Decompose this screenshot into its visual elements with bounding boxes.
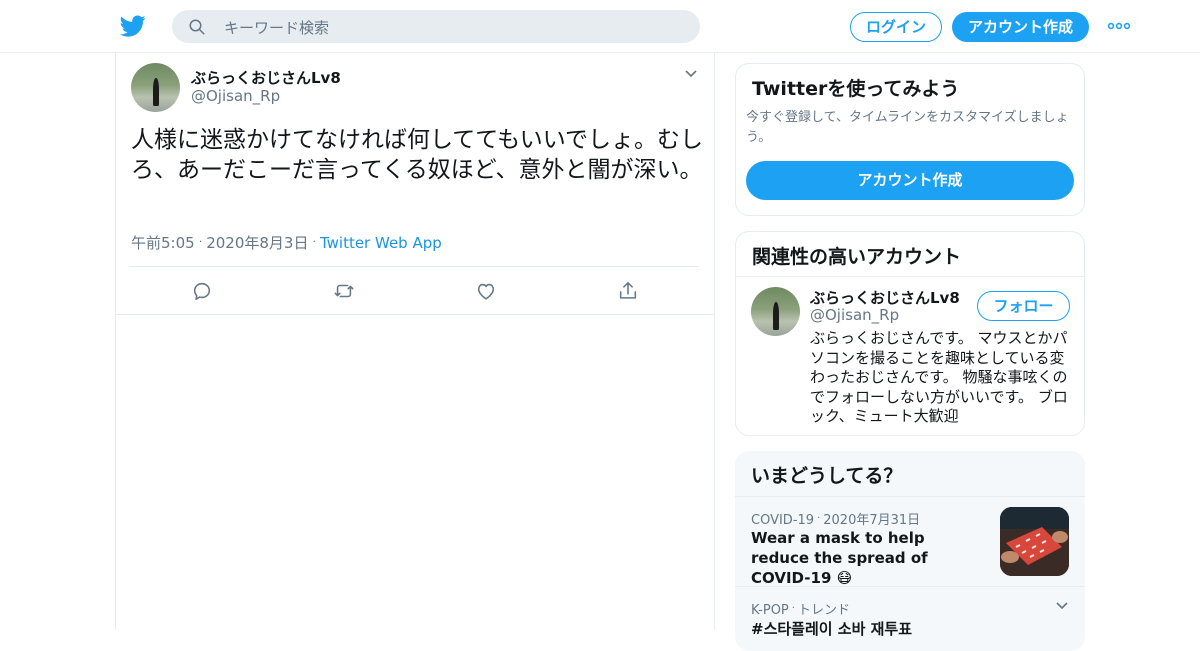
trend-tag[interactable]: #스타플레이 소바 재투표 bbox=[751, 618, 912, 639]
tweet-column: ぶらっくおじさんLv8 @Ojisan_Rp 人様に迷惑かけてなければ何してても… bbox=[115, 53, 715, 630]
create-account-button[interactable]: アカウント作成 bbox=[746, 161, 1074, 200]
trend-headline[interactable]: Wear a mask to help reduce the spread of… bbox=[751, 528, 976, 588]
trend-kind: トレンド bbox=[797, 603, 850, 618]
search-input[interactable] bbox=[222, 10, 686, 45]
signup-card: Twitterを使ってみよう 今すぐ登録して、タイムラインをカスタマイズしましょ… bbox=[735, 63, 1085, 216]
chevron-down-icon[interactable] bbox=[1055, 601, 1069, 611]
like-icon[interactable] bbox=[475, 280, 497, 302]
signup-card-title: Twitterを使ってみよう bbox=[752, 78, 960, 100]
meta-separator: · bbox=[791, 603, 795, 614]
login-button[interactable]: ログイン bbox=[850, 12, 942, 42]
tweet-actions bbox=[116, 267, 714, 315]
related-card-title: 関連性の高いアカウント bbox=[752, 246, 962, 268]
tweet-text: 人様に迷惑かけてなければ何しててもいいでしょ。むしろ、あーだこーだ言ってくる奴ほ… bbox=[131, 127, 704, 183]
tweet-date[interactable]: 2020年8月3日 bbox=[206, 234, 308, 252]
top-bar: ログイン アカウント作成 bbox=[0, 0, 1200, 53]
tweet-display-name[interactable]: ぶらっくおじさんLv8 bbox=[191, 67, 341, 88]
trend-category: K-POP bbox=[751, 603, 789, 618]
account-display-name[interactable]: ぶらっくおじさんLv8 bbox=[810, 287, 960, 308]
trends-card-title: いまどうしてる？ bbox=[751, 465, 903, 487]
reply-icon[interactable] bbox=[191, 280, 213, 302]
trend-item[interactable]: COVID-19 · 2020年7月31日 Wear a mask to help … bbox=[735, 496, 1085, 588]
mask-image-icon bbox=[1000, 507, 1069, 576]
chevron-down-icon[interactable] bbox=[684, 69, 698, 79]
meta-separator: · bbox=[817, 513, 821, 524]
follow-button[interactable]: フォロー bbox=[977, 291, 1070, 321]
trend-meta: COVID-19 · 2020年7月31日 bbox=[751, 509, 920, 528]
signup-button[interactable]: アカウント作成 bbox=[952, 12, 1089, 42]
trend-thumbnail[interactable] bbox=[1000, 507, 1069, 576]
tweet-meta: 午前5:05 · 2020年8月3日 · Twitter Web App bbox=[131, 232, 442, 253]
account-handle[interactable]: @Ojisan_Rp bbox=[810, 306, 899, 324]
share-icon[interactable] bbox=[617, 280, 639, 302]
more-dots-icon[interactable] bbox=[1107, 19, 1131, 33]
account-avatar[interactable] bbox=[751, 287, 800, 336]
search-icon bbox=[189, 19, 205, 35]
account-bio: ぶらっくおじさんです。 マウスとかパソコンを撮ることを趣味としている変わったおじ… bbox=[810, 329, 1068, 425]
meta-separator: · bbox=[312, 235, 316, 248]
trend-meta: K-POP · トレンド bbox=[751, 599, 850, 618]
retweet-icon[interactable] bbox=[333, 280, 355, 302]
trends-card: いまどうしてる？ COVID-19 · 2020年7月31日 Wear a mask… bbox=[735, 451, 1085, 651]
search-box[interactable] bbox=[172, 10, 700, 45]
trend-category: COVID-19 bbox=[751, 513, 815, 528]
related-accounts-card: 関連性の高いアカウント ぶらっくおじさんLv8 @Ojisan_Rp フォロー … bbox=[735, 231, 1085, 436]
divider bbox=[736, 276, 1084, 277]
twitter-bird-icon[interactable] bbox=[120, 13, 146, 39]
signup-card-description: 今すぐ登録して、タイムラインをカスタマイズしましょう。 bbox=[746, 110, 1069, 145]
meta-separator: · bbox=[198, 235, 203, 248]
avatar[interactable] bbox=[131, 63, 180, 112]
tweet-source[interactable]: Twitter Web App bbox=[320, 234, 442, 252]
trend-date: 2020年7月31日 bbox=[823, 513, 921, 528]
tweet-time[interactable]: 午前5:05 bbox=[131, 234, 195, 252]
tweet-handle[interactable]: @Ojisan_Rp bbox=[191, 87, 280, 105]
trend-item[interactable]: K-POP · トレンド #스타플레이 소바 재투표 bbox=[735, 586, 1085, 651]
